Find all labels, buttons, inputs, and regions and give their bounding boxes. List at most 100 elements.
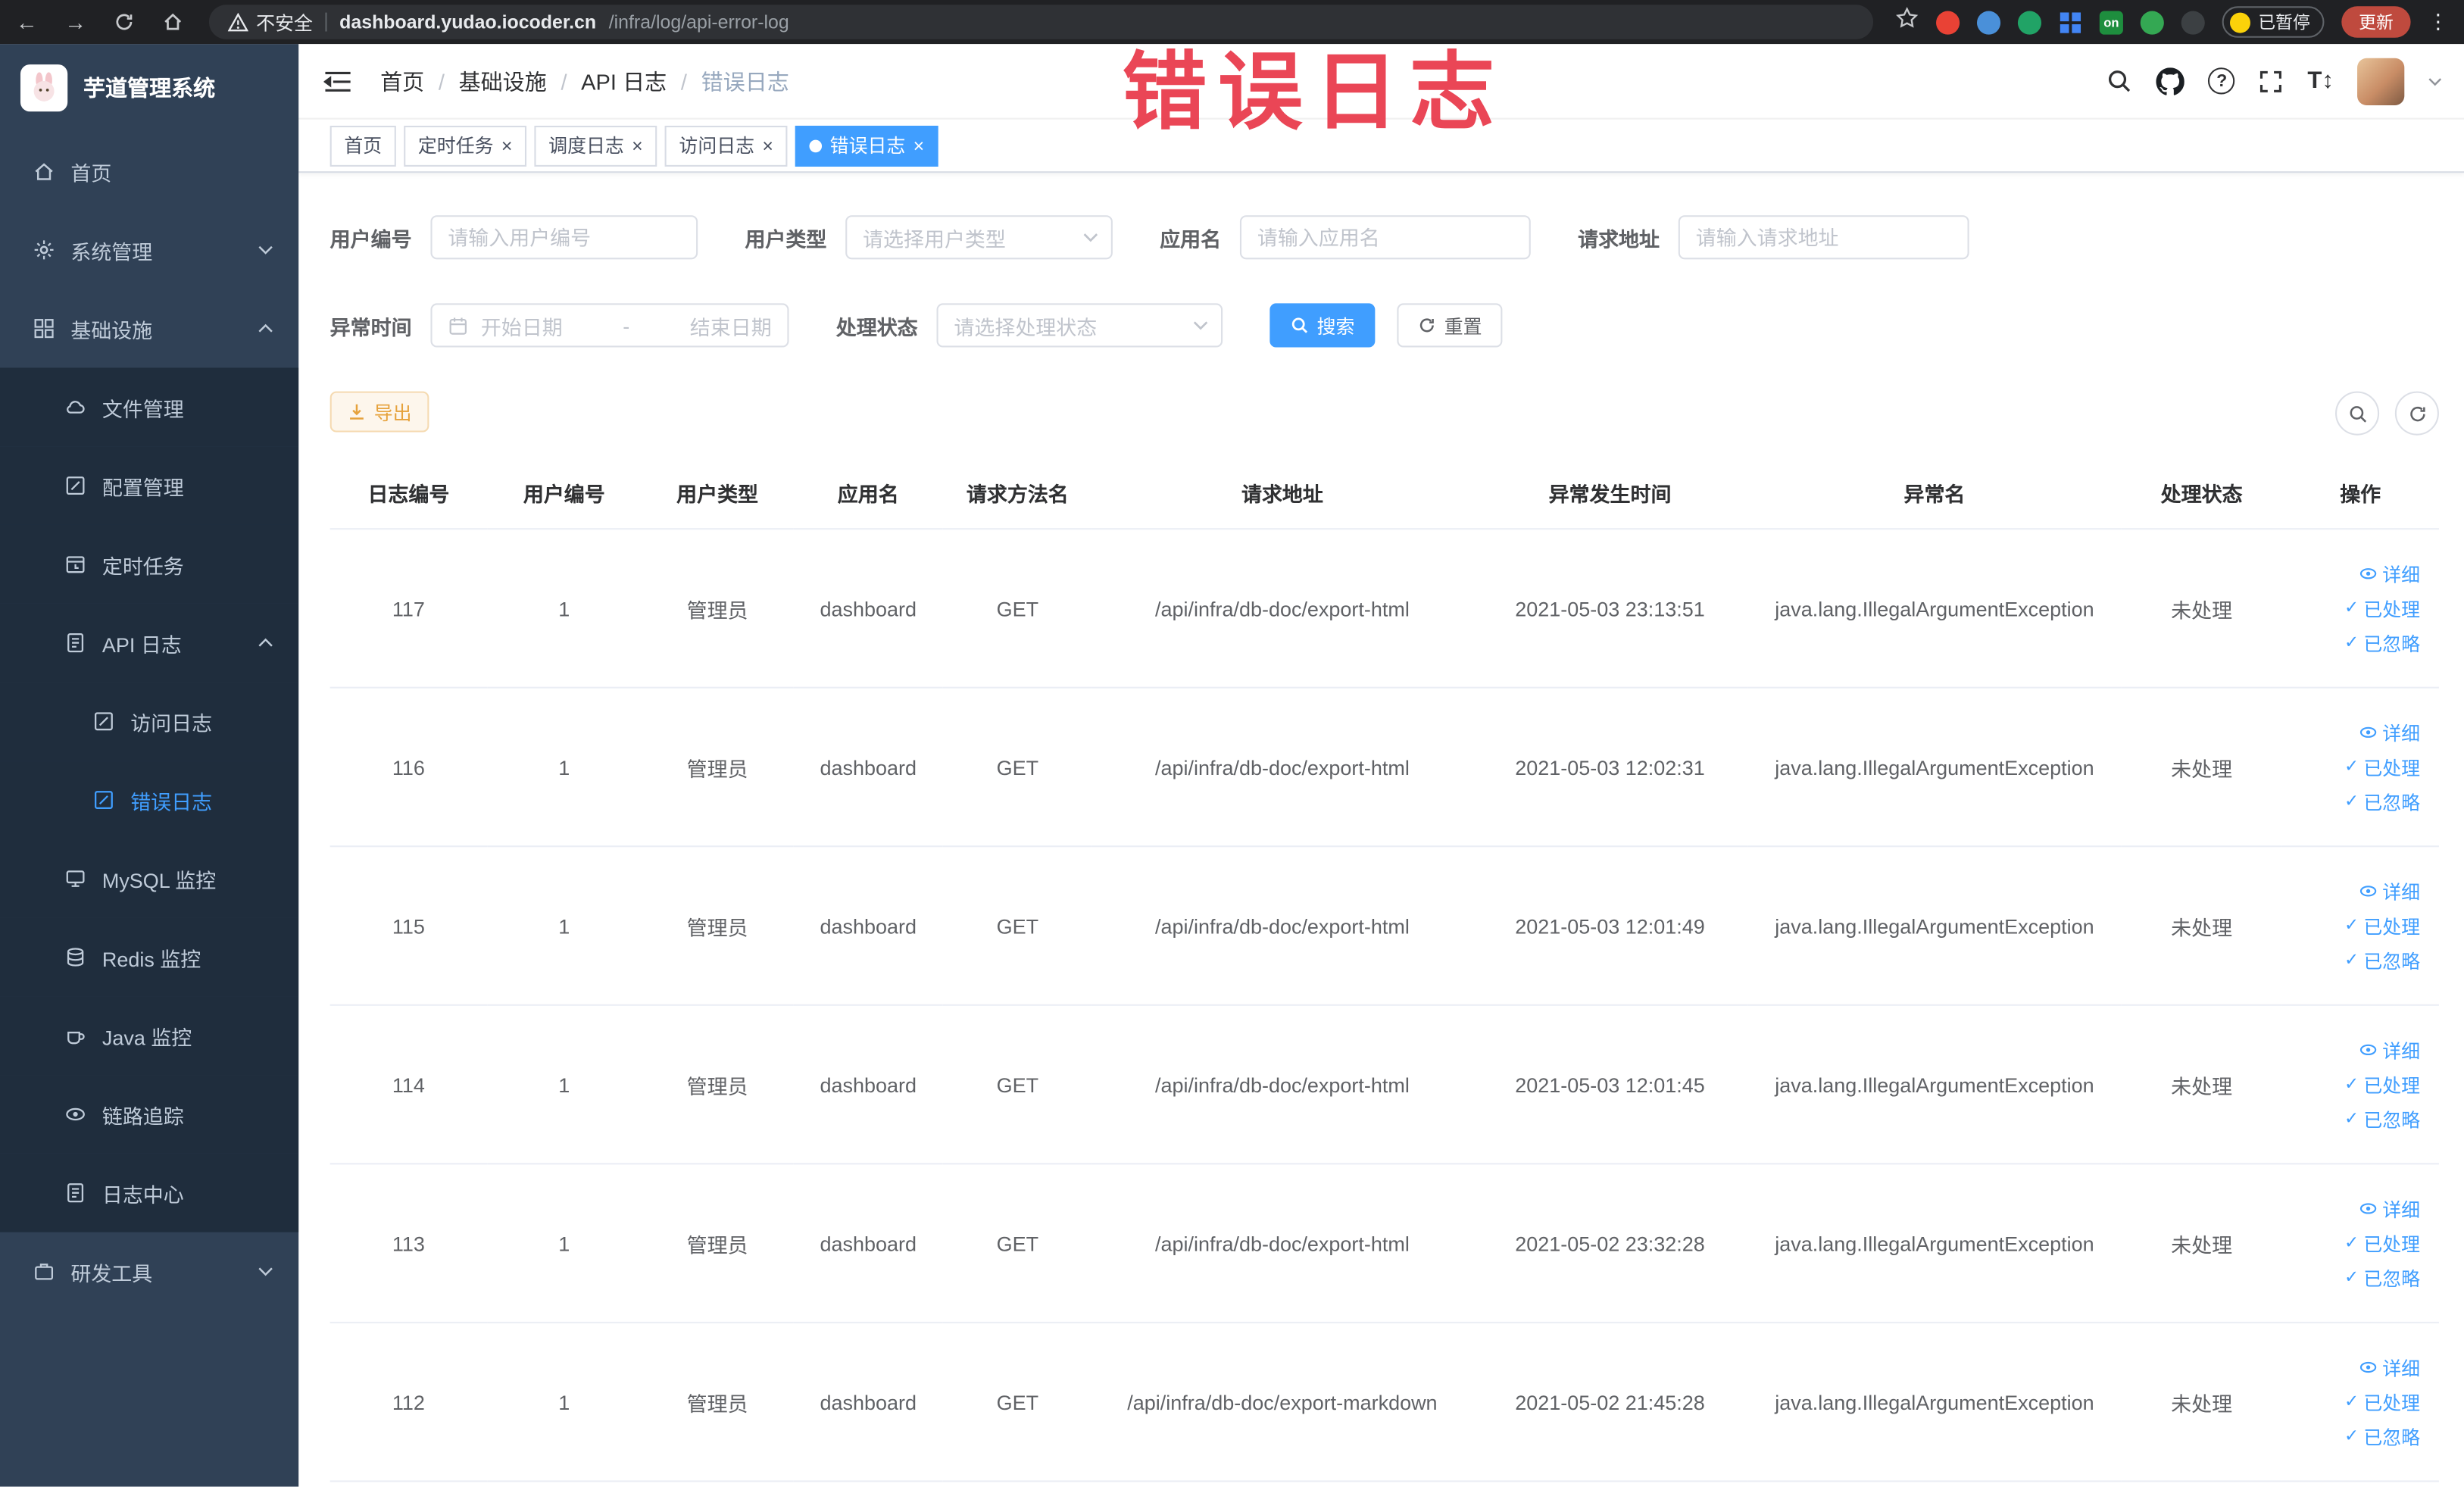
close-icon[interactable]: × xyxy=(501,136,513,155)
mark-processed-link[interactable]: ✓ 已处理 xyxy=(2344,912,2420,939)
request-url-input[interactable] xyxy=(1678,215,1969,260)
sidebar-item-config-management[interactable]: 配置管理 xyxy=(0,446,299,525)
github-icon[interactable] xyxy=(2156,67,2185,95)
browser-menu-icon[interactable]: ⋮ xyxy=(2428,9,2448,34)
sidebar-item-home[interactable]: 首页 xyxy=(0,132,298,211)
extension-icon[interactable] xyxy=(1976,10,2001,34)
close-icon[interactable]: × xyxy=(913,136,925,155)
sidebar-item-log-center[interactable]: 日志中心 xyxy=(0,1153,299,1232)
extension-icon[interactable] xyxy=(2181,10,2205,34)
tab-home[interactable]: 首页 xyxy=(329,124,396,166)
export-button[interactable]: 导出 xyxy=(329,391,429,433)
process-status-select[interactable]: 请选择处理状态 xyxy=(936,303,1223,348)
chevron-down-icon xyxy=(258,245,273,255)
cell-log-id: 113 xyxy=(329,1164,488,1323)
hamburger-icon[interactable] xyxy=(323,68,351,93)
mark-ignored-link[interactable]: ✓ 已忽略 xyxy=(2344,1423,2420,1450)
address-bar[interactable]: 不安全 dashboard.yudao.iocoder.cn /infra/lo… xyxy=(208,5,1874,39)
cell-exception-time: 2021-05-03 23:13:51 xyxy=(1472,529,1748,689)
sidebar-item-access-log[interactable]: 访问日志 xyxy=(0,682,299,761)
close-icon[interactable]: × xyxy=(762,136,773,155)
extension-on-icon[interactable]: on xyxy=(2099,10,2123,34)
mark-ignored-link[interactable]: ✓ 已忽略 xyxy=(2344,1106,2420,1132)
cell-method: GET xyxy=(942,687,1092,848)
sidebar-item-java-monitor[interactable]: Java 监控 xyxy=(0,996,299,1076)
breadcrumb-item[interactable]: 首页 xyxy=(380,65,424,96)
mark-ignored-link[interactable]: ✓ 已忽略 xyxy=(2344,1264,2420,1291)
cell-user-id: 1 xyxy=(487,1164,642,1323)
sidebar-item-redis-monitor[interactable]: Redis 监控 xyxy=(0,917,299,997)
browser-refresh-icon[interactable] xyxy=(113,11,135,33)
detail-link[interactable]: 详细 xyxy=(2359,719,2420,745)
sidebar-item-dev-tools[interactable]: 研发工具 xyxy=(0,1232,298,1311)
check-icon: ✓ xyxy=(2344,950,2359,970)
table-row: 112 1 管理员 dashboard GET /api/infra/db-do… xyxy=(329,1322,2439,1482)
cell-exception-name: java.lang.IllegalArgumentException xyxy=(1747,1322,2122,1482)
check-icon: ✓ xyxy=(2344,1232,2359,1252)
tab-error-log[interactable]: 错误日志 × xyxy=(795,124,938,166)
col-user-id: 用户编号 xyxy=(487,457,642,530)
extension-grid-icon[interactable] xyxy=(2059,10,2082,33)
sidebar-item-scheduled-jobs[interactable]: 定时任务 xyxy=(0,524,299,604)
bookmark-star-icon[interactable] xyxy=(1895,6,1919,37)
reset-button[interactable]: 重置 xyxy=(1397,303,1503,348)
extension-icon[interactable] xyxy=(2140,10,2164,34)
page-content: 用户编号 用户类型 请选择用户类型 应用名 请求地址 xyxy=(298,174,2464,1487)
mark-processed-link[interactable]: ✓ 已处理 xyxy=(2344,1389,2420,1415)
table-toolbar: 导出 xyxy=(329,391,2439,436)
avatar[interactable] xyxy=(2357,57,2405,105)
sidebar-item-file-management[interactable]: 文件管理 xyxy=(0,367,299,447)
fullscreen-icon[interactable] xyxy=(2259,68,2284,93)
mark-processed-link[interactable]: ✓ 已处理 xyxy=(2344,595,2420,621)
avatar-caret-icon[interactable] xyxy=(2428,77,2442,86)
search-icon[interactable] xyxy=(2106,67,2133,94)
sidebar-item-infrastructure[interactable]: 基础设施 xyxy=(0,289,298,368)
browser-forward-icon[interactable]: → xyxy=(64,9,86,34)
sidebar-item-api-log[interactable]: API 日志 xyxy=(0,603,299,683)
browser-home-icon[interactable] xyxy=(162,11,184,33)
mark-processed-link[interactable]: ✓ 已处理 xyxy=(2344,1071,2420,1098)
sidebar-item-trace[interactable]: 链路追踪 xyxy=(0,1075,299,1154)
detail-link[interactable]: 详细 xyxy=(2359,561,2420,587)
sidebar-item-system[interactable]: 系统管理 xyxy=(0,211,298,289)
breadcrumb-item[interactable]: API 日志 xyxy=(581,65,667,96)
col-app-name: 应用名 xyxy=(793,457,943,530)
sidebar-item-error-log[interactable]: 错误日志 xyxy=(0,761,299,839)
cell-method: GET xyxy=(942,1164,1092,1323)
chevron-down-icon xyxy=(258,1267,273,1276)
app-name-input[interactable] xyxy=(1240,215,1531,260)
cell-actions: 详细 ✓ 已处理 ✓ 已忽略 xyxy=(2281,1164,2439,1323)
browser-back-icon[interactable]: ← xyxy=(16,9,38,34)
mark-processed-link[interactable]: ✓ 已处理 xyxy=(2344,1229,2420,1256)
user-id-input[interactable] xyxy=(430,215,698,260)
help-icon[interactable]: ? xyxy=(2208,67,2235,95)
date-range-picker[interactable]: 开始日期 - 结束日期 xyxy=(430,303,789,348)
detail-link[interactable]: 详细 xyxy=(2359,1354,2420,1380)
extension-icon[interactable] xyxy=(2017,10,2042,34)
detail-link[interactable]: 详细 xyxy=(2359,1195,2420,1222)
tab-schedule-log[interactable]: 调度日志 × xyxy=(534,124,657,166)
tab-access-log[interactable]: 访问日志 × xyxy=(664,124,788,166)
paused-badge[interactable]: 已暂停 xyxy=(2222,6,2325,38)
refresh-button[interactable] xyxy=(2394,391,2439,436)
mark-processed-link[interactable]: ✓ 已处理 xyxy=(2344,754,2420,780)
mark-ignored-link[interactable]: ✓ 已忽略 xyxy=(2344,788,2420,814)
close-icon[interactable]: × xyxy=(632,136,643,155)
breadcrumb-separator: / xyxy=(438,68,445,94)
app-title: 芋道管理系统 xyxy=(83,75,216,101)
font-size-icon[interactable]: T↕ xyxy=(2307,67,2334,94)
security-warning[interactable]: 不安全 xyxy=(227,8,313,35)
toggle-search-button[interactable] xyxy=(2335,391,2380,436)
extension-icon[interactable] xyxy=(1936,10,1960,34)
detail-link[interactable]: 详细 xyxy=(2359,878,2420,904)
check-icon: ✓ xyxy=(2344,1392,2359,1411)
mark-ignored-link[interactable]: ✓ 已忽略 xyxy=(2344,947,2420,973)
detail-link[interactable]: 详细 xyxy=(2359,1036,2420,1063)
tab-scheduled-jobs[interactable]: 定时任务 × xyxy=(404,124,527,166)
browser-update-button[interactable]: 更新 xyxy=(2341,6,2411,38)
sidebar-item-mysql-monitor[interactable]: MySQL 监控 xyxy=(0,839,299,918)
breadcrumb-item[interactable]: 基础设施 xyxy=(459,65,547,96)
user-type-select[interactable]: 请选择用户类型 xyxy=(845,215,1113,260)
search-button[interactable]: 搜索 xyxy=(1269,303,1376,348)
mark-ignored-link[interactable]: ✓ 已忽略 xyxy=(2344,629,2420,656)
